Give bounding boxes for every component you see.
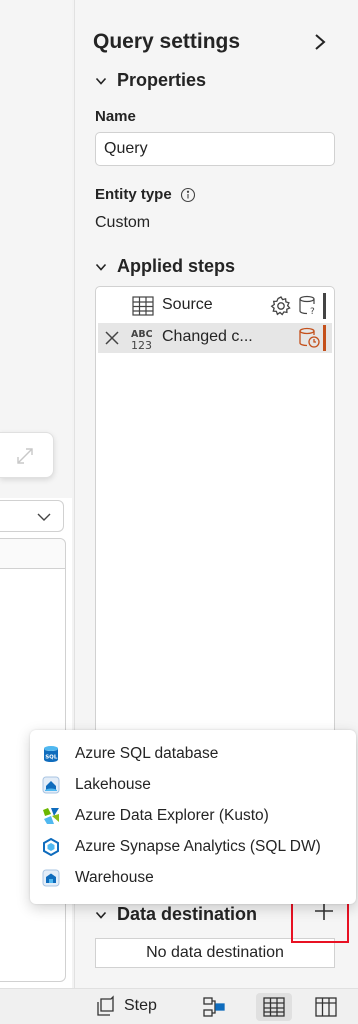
name-label: Name xyxy=(95,108,136,125)
info-icon[interactable] xyxy=(180,187,196,203)
menu-item-azure-sql-database[interactable]: SQL Azure SQL database xyxy=(30,738,356,769)
expand-button[interactable] xyxy=(0,432,54,478)
abc-123-type-icon: ABC 123 xyxy=(131,329,153,352)
menu-item-label: Azure SQL database xyxy=(75,744,219,762)
diagram-view-button[interactable] xyxy=(196,993,232,1021)
entity-type-row: Entity type xyxy=(95,186,196,203)
schema-view-button[interactable] xyxy=(308,993,344,1021)
properties-section-toggle[interactable]: Properties xyxy=(95,70,206,91)
step-warning-bar xyxy=(323,325,326,351)
data-destination-section-toggle[interactable]: Data destination xyxy=(95,904,257,925)
menu-item-azure-data-explorer[interactable]: Azure Data Explorer (Kusto) xyxy=(30,800,356,831)
applied-steps-header: Applied steps xyxy=(117,256,236,276)
menu-item-lakehouse[interactable]: Lakehouse xyxy=(30,769,356,800)
destination-menu: SQL Azure SQL database Lakehouse Azure D… xyxy=(30,730,356,904)
step-source[interactable]: Source ? xyxy=(98,291,332,321)
chevron-down-icon xyxy=(95,911,107,919)
step-status-bar xyxy=(323,293,326,319)
svg-text:?: ? xyxy=(310,307,315,317)
kusto-icon xyxy=(43,807,59,824)
delete-step-icon[interactable] xyxy=(104,330,120,346)
expand-icon xyxy=(17,448,33,464)
warehouse-icon xyxy=(42,869,60,886)
entity-type-label: Entity type xyxy=(95,186,172,203)
step-view-label: Step xyxy=(124,997,157,1014)
data-destination-header: Data destination xyxy=(117,904,258,924)
menu-item-warehouse[interactable]: Warehouse xyxy=(30,862,356,893)
gear-icon[interactable] xyxy=(270,295,292,317)
collapse-panel-icon[interactable] xyxy=(313,32,327,52)
table-view-button[interactable] xyxy=(256,993,292,1021)
lakehouse-icon xyxy=(42,776,60,793)
diagram-canvas xyxy=(0,0,72,498)
menu-item-label: Lakehouse xyxy=(75,775,151,793)
database-query-icon: ? xyxy=(299,295,315,317)
applied-steps-list: Source ? ABC 123 Changed c... xyxy=(95,286,335,756)
step-view-button[interactable]: Step xyxy=(96,995,157,1017)
entity-type-value: Custom xyxy=(95,214,151,231)
schema-view-icon xyxy=(315,997,337,1017)
table-icon xyxy=(132,296,154,316)
step-label: Source xyxy=(162,296,213,313)
properties-header: Properties xyxy=(117,70,207,90)
azure-sql-icon: SQL xyxy=(44,745,58,762)
applied-steps-section-toggle[interactable]: Applied steps xyxy=(95,256,235,277)
step-icon xyxy=(97,995,114,1016)
status-bar: Step xyxy=(0,988,358,1024)
svg-text:123: 123 xyxy=(131,339,152,352)
menu-item-azure-synapse[interactable]: Azure Synapse Analytics (SQL DW) xyxy=(30,831,356,862)
column-dropdown[interactable] xyxy=(0,500,64,532)
query-name-input[interactable]: Query xyxy=(95,132,335,166)
svg-text:SQL: SQL xyxy=(45,754,58,760)
table-header xyxy=(0,539,65,569)
chevron-down-icon xyxy=(95,263,107,271)
database-warning-icon xyxy=(299,327,320,348)
synapse-icon xyxy=(43,837,59,856)
step-label: Changed c... xyxy=(162,328,253,345)
chevron-down-icon xyxy=(37,513,51,521)
panel-title: Query settings xyxy=(93,30,241,53)
menu-item-label: Warehouse xyxy=(75,868,154,886)
table-view-icon xyxy=(263,997,285,1017)
step-changed-column-type[interactable]: ABC 123 Changed c... xyxy=(98,323,332,353)
chevron-down-icon xyxy=(95,77,107,85)
menu-item-label: Azure Synapse Analytics (SQL DW) xyxy=(75,837,321,855)
menu-item-label: Azure Data Explorer (Kusto) xyxy=(75,806,269,824)
diagram-view-icon xyxy=(203,997,225,1017)
